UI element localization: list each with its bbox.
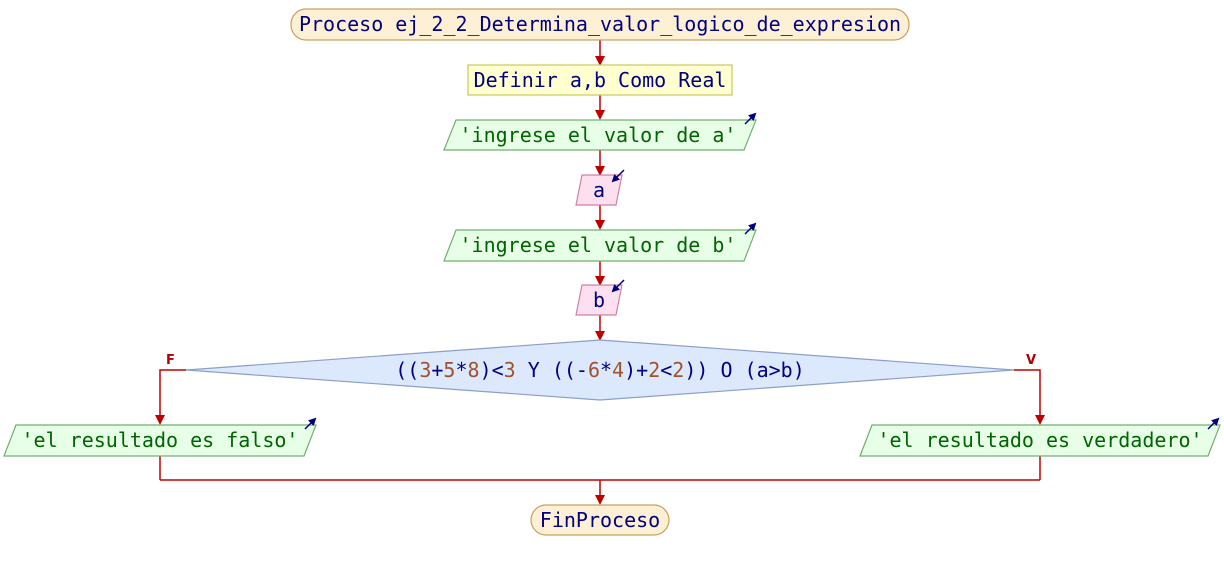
decision-token: * [455,358,467,382]
output-true-text: 'el resultado es verdadero' [877,428,1202,452]
decision-node: ((3+5*8)<3 Y ((-6*4)+2<2)) O (a>b) F V [166,339,1036,401]
decision-condition: ((3+5*8)<3 Y ((-6*4)+2<2)) O (a>b) [395,358,805,382]
decision-token: 3 [504,358,516,382]
false-branch-label: F [166,353,175,368]
decision-token: 2 [648,358,660,382]
decision-token: < [660,358,672,382]
start-node: Proceso ej_2_2_Determina_valor_logico_de… [290,8,910,41]
decision-token: 4 [612,358,624,382]
decision-token: Y ((- [516,358,588,382]
flowchart-canvas: Proceso ej_2_2_Determina_valor_logico_de… [0,0,1224,570]
decision-token: + [431,358,443,382]
decision-token: )) O (a>b) [684,358,804,382]
output-a-text: 'ingrese el valor de a' [460,123,737,147]
define-text: Definir a,b Como Real [474,68,727,92]
output-node-true: 'el resultado es verdadero' [859,417,1221,457]
decision-token: 5 [443,358,455,382]
start-keyword: Proceso [299,12,383,36]
end-node: FinProceso [530,504,670,536]
input-b-text: b [593,288,605,312]
end-text: FinProceso [540,508,660,532]
true-branch-label: V [1026,353,1036,368]
connector-false-branch [155,369,186,425]
input-node-b: b [575,279,625,316]
output-node-b: 'ingrese el valor de b' [443,222,757,262]
connector-true-branch [1014,369,1045,425]
decision-token: )< [480,358,504,382]
output-node-a: 'ingrese el valor de a' [443,112,757,151]
flowchart: Proceso ej_2_2_Determina_valor_logico_de… [3,8,1221,536]
decision-token: * [600,358,612,382]
decision-token: 6 [588,358,600,382]
decision-token: (( [395,358,419,382]
decision-token: 3 [419,358,431,382]
decision-token: 2 [672,358,684,382]
output-node-false: 'el resultado es falso' [3,417,317,457]
decision-token: 8 [468,358,480,382]
process-name: ej_2_2_Determina_valor_logico_de_expresi… [395,12,901,36]
input-node-a: a [575,169,625,206]
define-node: Definir a,b Como Real [467,64,733,96]
output-b-text: 'ingrese el valor de b' [460,233,737,257]
output-false-text: 'el resultado es falso' [22,428,299,452]
input-a-text: a [593,178,605,202]
decision-token: )+ [624,358,648,382]
svg-text:Proceso ej_2_2_Determina_valor: Proceso ej_2_2_Determina_valor_logico_de… [299,12,901,36]
